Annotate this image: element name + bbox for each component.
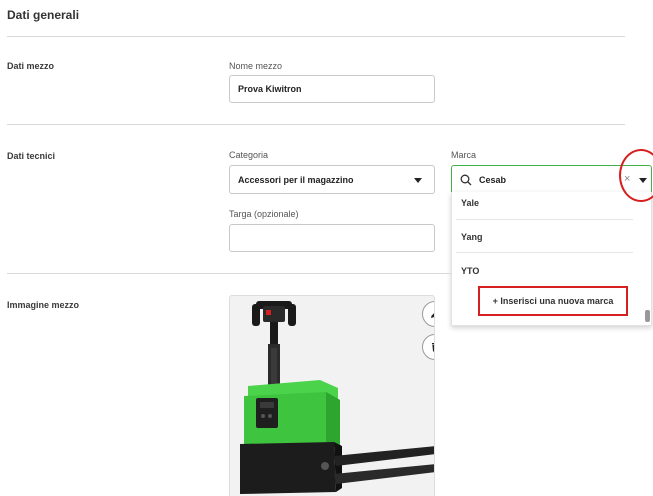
divider (456, 219, 633, 220)
nome-mezzo-input[interactable]: Prova Kiwitron (229, 75, 435, 103)
nome-mezzo-value: Prova Kiwitron (238, 84, 302, 94)
categoria-label: Categoria (229, 150, 269, 160)
marca-option[interactable]: Yale (452, 198, 637, 208)
marca-label: Marca (451, 150, 477, 160)
section-label-immagine-mezzo: Immagine mezzo (7, 300, 80, 310)
section-label-dati-tecnici: Dati tecnici (7, 151, 56, 161)
section-label-dati-mezzo: Dati mezzo (7, 61, 55, 71)
search-icon (460, 174, 472, 186)
page-title: Dati generali (7, 8, 80, 22)
trash-icon (432, 343, 434, 352)
targa-label: Targa (opzionale) (229, 209, 299, 219)
vehicle-image (229, 295, 435, 496)
add-brand-button[interactable]: + Inserisci una nuova marca (478, 286, 628, 316)
divider (7, 36, 625, 37)
divider (7, 124, 625, 125)
marca-option[interactable]: Yang (452, 232, 637, 242)
categoria-value: Accessori per il magazzino (238, 174, 354, 185)
divider (456, 252, 633, 253)
pallet-truck-image (240, 301, 434, 494)
caret-down-icon (414, 177, 422, 183)
add-brand-label: + Inserisci una nuova marca (492, 296, 614, 306)
pencil-icon (431, 313, 434, 318)
marca-option[interactable]: YTO (452, 266, 637, 276)
targa-input[interactable] (229, 224, 435, 252)
categoria-select[interactable]: Accessori per il magazzino (229, 165, 435, 194)
dropdown-scrollbar[interactable] (645, 310, 650, 322)
nome-mezzo-label: Nome mezzo (229, 61, 283, 71)
divider (7, 273, 451, 274)
marca-dropdown-list: Yale Yang YTO + Inserisci una nuova marc… (451, 192, 652, 326)
marca-search-value: Cesab (479, 175, 507, 185)
